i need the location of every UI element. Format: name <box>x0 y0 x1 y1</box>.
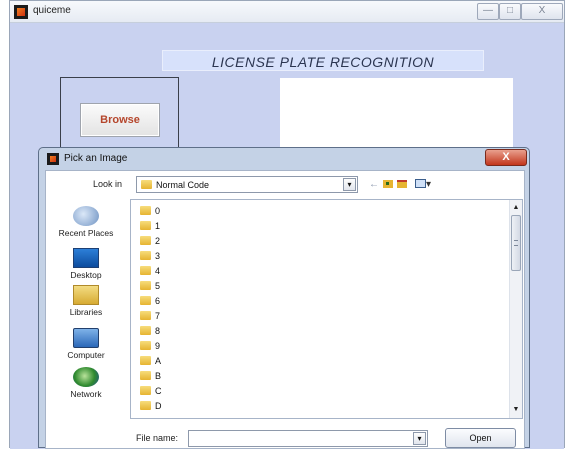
minimize-button[interactable]: — <box>477 3 499 20</box>
list-item[interactable]: 4 <box>140 265 160 277</box>
list-item[interactable]: 3 <box>140 250 160 262</box>
network-icon <box>73 367 99 387</box>
dialog-body: Look in Normal Code ▾ ← ▾ Recent Places … <box>45 170 525 449</box>
new-folder-icon <box>397 180 407 188</box>
folder-icon <box>140 281 151 291</box>
dialog-close-button[interactable]: X <box>485 149 527 166</box>
folder-icon <box>140 356 151 366</box>
scroll-down-arrow-icon[interactable]: ▼ <box>510 404 522 416</box>
desktop-icon <box>73 248 99 268</box>
chevron-down-icon[interactable]: ▾ <box>413 432 426 445</box>
back-button[interactable]: ← <box>368 177 380 192</box>
chevron-down-icon: ▾ <box>425 179 432 190</box>
main-window-title: quiceme <box>33 5 71 16</box>
computer-icon <box>73 328 99 348</box>
new-folder-button[interactable] <box>396 177 408 192</box>
open-button[interactable]: Open <box>445 428 516 448</box>
list-item[interactable]: 9 <box>140 340 160 352</box>
look-in-value: Normal Code <box>156 180 210 190</box>
scrollbar-grip <box>514 240 518 246</box>
file-name-combo[interactable]: ▾ <box>188 430 428 447</box>
scroll-up-arrow-icon[interactable]: ▲ <box>510 202 522 214</box>
list-item[interactable]: 2 <box>140 235 160 247</box>
chevron-down-icon[interactable]: ▾ <box>343 178 356 191</box>
main-titlebar[interactable]: quiceme — □ X <box>10 1 564 23</box>
maximize-button[interactable]: □ <box>499 3 521 20</box>
folder-icon <box>140 206 151 216</box>
list-item[interactable]: 8 <box>140 325 160 337</box>
folder-icon <box>140 311 151 321</box>
matlab-dialog-icon <box>47 153 59 165</box>
views-icon <box>414 179 426 188</box>
pick-image-dialog: Pick an Image X Look in Normal Code ▾ ← … <box>38 147 530 449</box>
folder-icon <box>140 371 151 381</box>
page-title: LICENSE PLATE RECOGNITION <box>211 54 435 70</box>
up-folder-icon <box>383 180 393 188</box>
places-bar: Recent Places Desktop Libraries Computer… <box>46 202 126 412</box>
place-label: Computer <box>67 350 105 360</box>
dialog-title: Pick an Image <box>64 153 128 164</box>
file-name-label: File name: <box>136 433 179 443</box>
list-item[interactable]: 6 <box>140 295 160 307</box>
list-item[interactable]: D <box>140 400 162 412</box>
browse-button[interactable]: Browse <box>80 103 160 137</box>
look-in-dropdown[interactable]: Normal Code ▾ <box>136 176 358 193</box>
folder-icon <box>140 296 151 306</box>
recent-places-icon <box>73 206 99 226</box>
list-item[interactable]: 5 <box>140 280 160 292</box>
list-item[interactable]: 0 <box>140 205 160 217</box>
dialog-titlebar[interactable]: Pick an Image X <box>39 148 529 170</box>
place-label: Libraries <box>69 307 103 317</box>
scrollbar-thumb[interactable] <box>511 215 521 271</box>
folder-icon <box>140 341 151 351</box>
list-item[interactable]: 1 <box>140 220 160 232</box>
folder-icon <box>140 401 151 411</box>
folder-icon <box>140 386 151 396</box>
file-list[interactable]: 0 1 2 3 4 5 6 7 8 9 A B C D ▲ ▼ <box>130 199 523 419</box>
place-label: Desktop <box>70 270 102 280</box>
look-in-label: Look in <box>93 179 123 189</box>
list-item[interactable]: A <box>140 355 161 367</box>
folder-icon <box>140 221 151 231</box>
folder-icon <box>140 236 151 246</box>
list-item[interactable]: 7 <box>140 310 160 322</box>
list-item[interactable]: C <box>140 385 162 397</box>
folder-icon <box>140 251 151 261</box>
folder-icon <box>140 266 151 276</box>
close-button[interactable]: X <box>521 3 563 20</box>
list-item[interactable]: B <box>140 370 161 382</box>
heading-band: LICENSE PLATE RECOGNITION <box>162 50 484 71</box>
vertical-scrollbar[interactable]: ▲ ▼ <box>509 200 522 418</box>
place-label: Network <box>70 389 102 399</box>
folder-icon <box>141 180 152 189</box>
up-folder-button[interactable] <box>382 177 394 192</box>
libraries-icon <box>73 285 99 305</box>
folder-icon <box>140 326 151 336</box>
place-label: Recent Places <box>58 228 114 238</box>
matlab-app-icon <box>14 5 28 19</box>
file-name-input[interactable] <box>189 431 413 446</box>
views-menu-button[interactable]: ▾ <box>412 177 434 192</box>
image-display-axes <box>280 78 513 158</box>
